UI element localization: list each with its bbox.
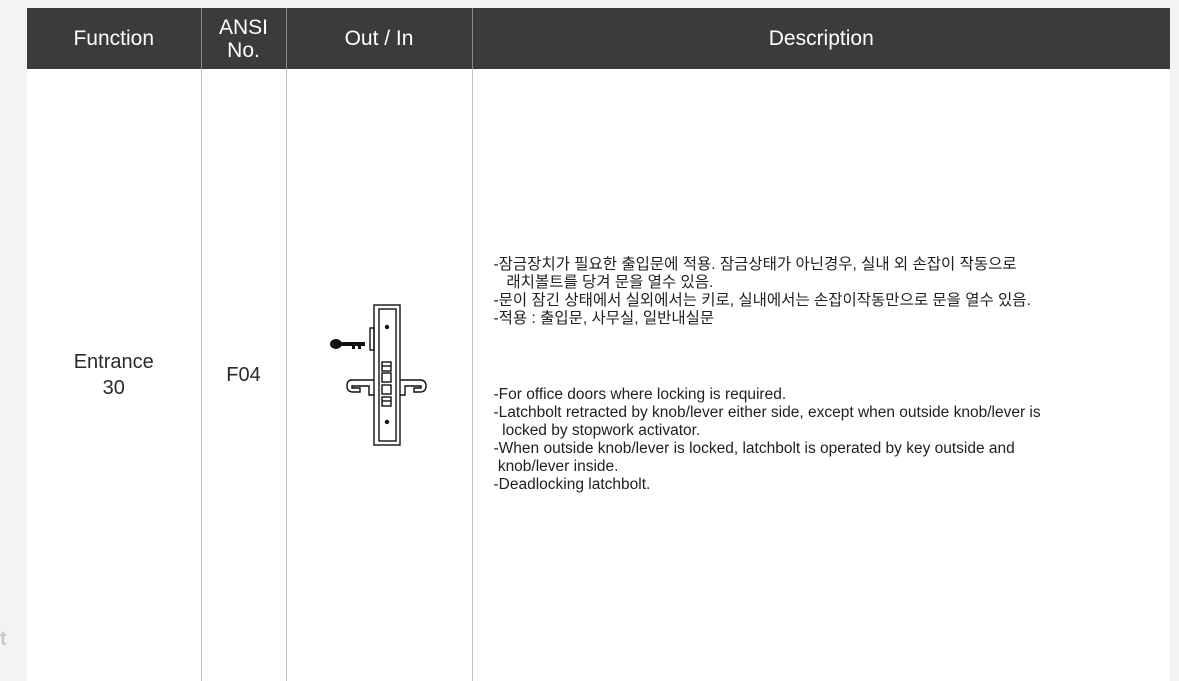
description-cell: -잠금장치가 필요한 출입문에 적용. 잠금상태가 아닌경우, 실내 외 손잡이…	[471, 69, 1171, 681]
description-ko-line: -문이 잠긴 상태에서 실외에서는 키로, 실내에서는 손잡이작동만으로 문을 …	[493, 292, 1031, 309]
description-en-line: -Deadlocking latchbolt.	[493, 476, 651, 493]
description-en-line: -For office doors where locking is requi…	[493, 386, 787, 403]
header-function: Function	[27, 8, 201, 69]
description-ko-line: -잠금장치가 필요한 출입문에 적용. 잠금상태가 아닌경우, 실내 외 손잡이…	[493, 256, 1017, 273]
ansi-no-cell: F04	[200, 69, 286, 681]
description-en-line: -Latchbolt retracted by knob/lever eithe…	[493, 404, 1041, 421]
function-name: Entrance	[73, 351, 154, 373]
description-korean: -잠금장치가 필요한 출입문에 적용. 잠금상태가 아닌경우, 실내 외 손잡이…	[494, 256, 1171, 328]
header-description: Description	[471, 8, 1170, 69]
table-header-row: Function ANSI No. Out / In Description	[27, 8, 1170, 69]
description-en-line: locked by stopwork activator.	[493, 422, 701, 439]
lock-function-table: Function ANSI No. Out / In Description E…	[27, 8, 1170, 681]
table-row: Entrance 30 F04 -잠금장치가 필요한 출입문에 적용. 잠금상태…	[27, 69, 1170, 681]
function-number: 30	[102, 377, 125, 399]
header-ansi-line1: ANSI	[218, 15, 268, 39]
mortise-lock-diagram-icon	[330, 304, 427, 446]
side-text-fragment: t	[0, 628, 7, 650]
header-out-in: Out / In	[285, 8, 472, 69]
description-ko-line: -적용 : 출입문, 사무실, 일반내실문	[493, 310, 715, 327]
description-ko-line: 래치볼트를 당겨 문을 열수 있음.	[493, 274, 714, 291]
header-ansi-no: ANSI No.	[200, 8, 286, 69]
out-in-cell	[285, 69, 472, 681]
description-en-line: knob/lever inside.	[493, 458, 619, 475]
function-cell: Entrance 30	[27, 69, 201, 681]
description-english: -For office doors where locking is requi…	[494, 386, 1171, 494]
header-ansi-line2: No.	[227, 38, 260, 62]
description-en-line: -When outside knob/lever is locked, latc…	[493, 440, 1015, 457]
page: t Function ANSI No. Out / In Description	[0, 0, 1179, 681]
